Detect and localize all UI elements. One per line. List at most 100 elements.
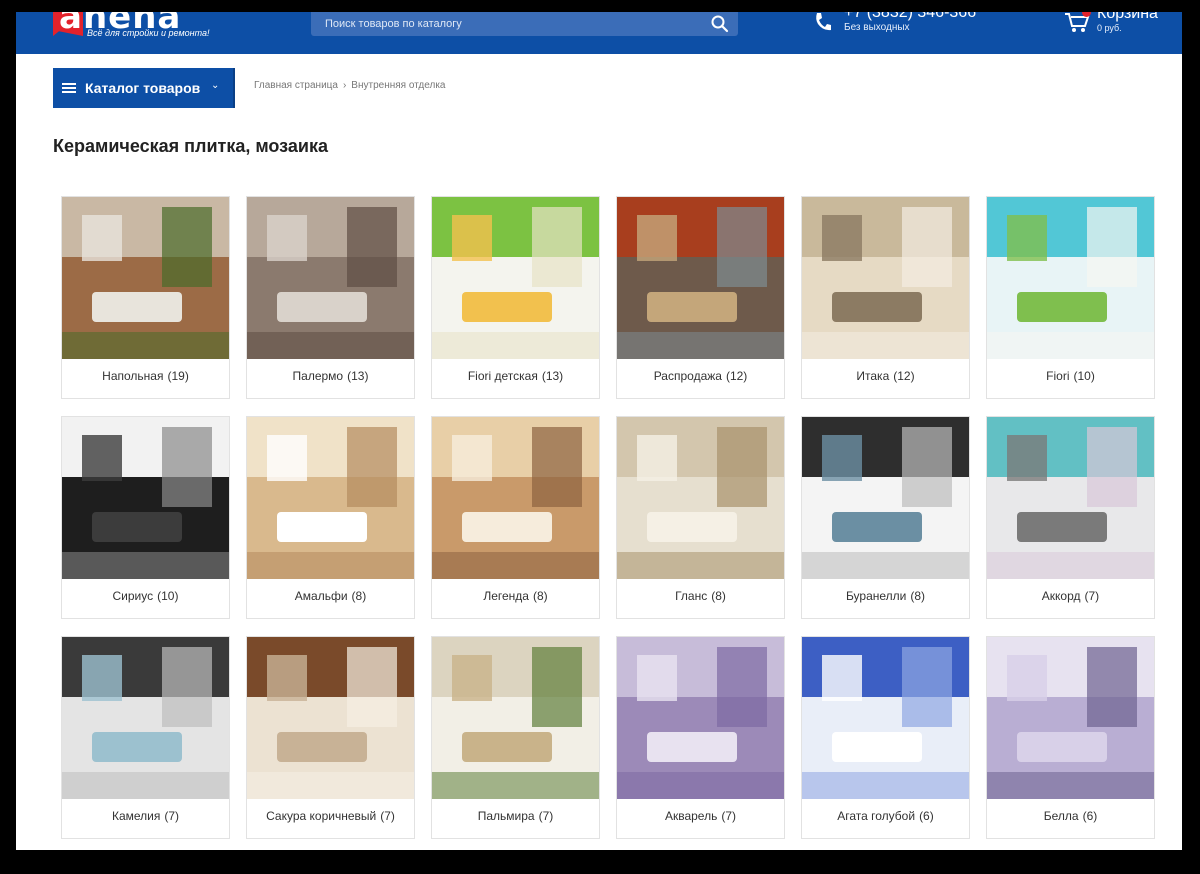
collection-count: (13) — [347, 369, 369, 383]
page-title: Керамическая плитка, мозаика — [53, 136, 328, 156]
phone-block[interactable]: +7 (3832) 346-366 Без выходных — [814, 12, 1014, 42]
collection-count: (12) — [725, 369, 748, 383]
collection-card[interactable]: Белла (6) — [986, 636, 1155, 839]
collection-image[interactable] — [247, 417, 414, 579]
phone-number: +7 (3832) 346-366 — [844, 12, 977, 21]
collection-caption[interactable]: Распродажа (12) — [617, 369, 784, 383]
collection-image[interactable] — [617, 197, 784, 359]
collection-caption[interactable]: Агата голубой (6) — [802, 809, 969, 823]
search-input[interactable] — [325, 12, 695, 36]
site-header: anena Всё для стройки и ремонта! +7 (383… — [16, 12, 1182, 54]
cart-block[interactable]: Корзина 0 руб. — [1064, 12, 1174, 42]
collection-image[interactable] — [802, 417, 969, 579]
collection-name[interactable]: Напольная — [102, 369, 163, 383]
collection-count: (12) — [893, 369, 915, 383]
collection-name[interactable]: Fiori — [1046, 369, 1069, 383]
collection-caption[interactable]: Буранелли (8) — [802, 589, 969, 603]
collection-count: (8) — [532, 589, 548, 603]
collection-name[interactable]: Белла — [1044, 809, 1079, 823]
collection-image[interactable] — [987, 197, 1154, 359]
collection-caption[interactable]: Fiori детская (13) — [432, 369, 599, 383]
collection-count: (7) — [164, 809, 180, 823]
collection-image[interactable] — [247, 637, 414, 799]
collection-count: (8) — [711, 589, 726, 603]
collection-card[interactable]: Акварель (7) — [616, 636, 785, 839]
collection-name[interactable]: Fiori детская — [468, 369, 538, 383]
collection-image[interactable] — [432, 417, 599, 579]
collection-caption[interactable]: Амальфи (8) — [247, 589, 414, 603]
collection-caption[interactable]: Сакура коричневый (7) — [247, 809, 414, 823]
collection-caption[interactable]: Гланс (8) — [617, 589, 784, 603]
collection-count: (7) — [380, 809, 395, 823]
collection-card[interactable]: Сакура коричневый (7) — [246, 636, 415, 839]
breadcrumb-current[interactable]: Внутренняя отделка — [351, 80, 445, 91]
collection-card[interactable]: Буранелли (8) — [801, 416, 970, 619]
phone-note: Без выходных — [844, 22, 910, 33]
collection-caption[interactable]: Акварель (7) — [617, 809, 784, 823]
collection-caption[interactable]: Легенда (8) — [432, 589, 599, 603]
collection-card[interactable]: Гланс (8) — [616, 416, 785, 619]
collection-card[interactable]: Камелия (7) — [61, 636, 230, 839]
collection-image[interactable] — [617, 417, 784, 579]
collection-image[interactable] — [247, 197, 414, 359]
collection-image[interactable] — [432, 197, 599, 359]
collection-name[interactable]: Амальфи — [295, 589, 348, 603]
collection-caption[interactable]: Аккорд (7) — [987, 589, 1154, 603]
collection-name[interactable]: Агата голубой — [837, 809, 915, 823]
collection-caption[interactable]: Напольная (19) — [62, 369, 229, 383]
collection-name[interactable]: Гланс — [675, 589, 707, 603]
collection-count: (7) — [1084, 589, 1100, 603]
collection-caption[interactable]: Сириус (10) — [62, 589, 229, 603]
collection-image[interactable] — [802, 637, 969, 799]
collection-count: (7) — [538, 809, 554, 823]
collection-name[interactable]: Сириус — [113, 589, 154, 603]
collection-card[interactable]: Сириус (10) — [61, 416, 230, 619]
cart-label: Корзина — [1097, 12, 1158, 22]
collection-card[interactable]: Итака (12) — [801, 196, 970, 399]
search-icon[interactable] — [710, 14, 730, 34]
site-logo[interactable]: anena Всё для стройки и ремонта! — [53, 12, 223, 42]
collection-image[interactable] — [62, 417, 229, 579]
collection-card[interactable]: Fiori (10) — [986, 196, 1155, 399]
collection-name[interactable]: Пальмира — [478, 809, 535, 823]
collection-name[interactable]: Легенда — [483, 589, 529, 603]
collection-image[interactable] — [62, 197, 229, 359]
collection-image[interactable] — [802, 197, 969, 359]
collection-count: (19) — [167, 369, 189, 383]
collection-card[interactable]: Палермо (13) — [246, 196, 415, 399]
logo-tagline: Всё для стройки и ремонта! — [87, 28, 210, 38]
collection-card[interactable]: Легенда (8) — [431, 416, 600, 619]
catalog-button[interactable]: Каталог товаров ⌄ — [53, 68, 235, 108]
collection-name[interactable]: Буранелли — [846, 589, 906, 603]
collection-card[interactable]: Пальмира (7) — [431, 636, 600, 839]
collection-card[interactable]: Распродажа (12) — [616, 196, 785, 399]
collection-count: (8) — [910, 589, 926, 603]
collection-caption[interactable]: Палермо (13) — [247, 369, 414, 383]
collection-name[interactable]: Камелия — [112, 809, 160, 823]
collection-name[interactable]: Сакура коричневый — [266, 809, 376, 823]
collection-name[interactable]: Итака — [856, 369, 889, 383]
breadcrumb-separator-icon: › — [342, 80, 347, 91]
collection-caption[interactable]: Белла (6) — [987, 809, 1154, 823]
collection-card[interactable]: Амальфи (8) — [246, 416, 415, 619]
collection-caption[interactable]: Камелия (7) — [62, 809, 229, 823]
collection-card[interactable]: Агата голубой (6) — [801, 636, 970, 839]
collection-image[interactable] — [62, 637, 229, 799]
collection-image[interactable] — [617, 637, 784, 799]
collection-image[interactable] — [432, 637, 599, 799]
collection-card[interactable]: Напольная (19) — [61, 196, 230, 399]
collection-name[interactable]: Аккорд — [1042, 589, 1081, 603]
collection-card[interactable]: Fiori детская (13) — [431, 196, 600, 399]
collection-name[interactable]: Палермо — [293, 369, 344, 383]
collection-name[interactable]: Распродажа — [654, 369, 722, 383]
collection-image[interactable] — [987, 637, 1154, 799]
collection-caption[interactable]: Итака (12) — [802, 369, 969, 383]
breadcrumb: Главная страница › Внутренняя отделка — [254, 80, 446, 91]
menu-icon — [62, 83, 76, 93]
collection-name[interactable]: Акварель — [665, 809, 717, 823]
collection-image[interactable] — [987, 417, 1154, 579]
collection-caption[interactable]: Fiori (10) — [987, 369, 1154, 383]
collection-caption[interactable]: Пальмира (7) — [432, 809, 599, 823]
collection-card[interactable]: Аккорд (7) — [986, 416, 1155, 619]
breadcrumb-home[interactable]: Главная страница — [254, 80, 338, 91]
